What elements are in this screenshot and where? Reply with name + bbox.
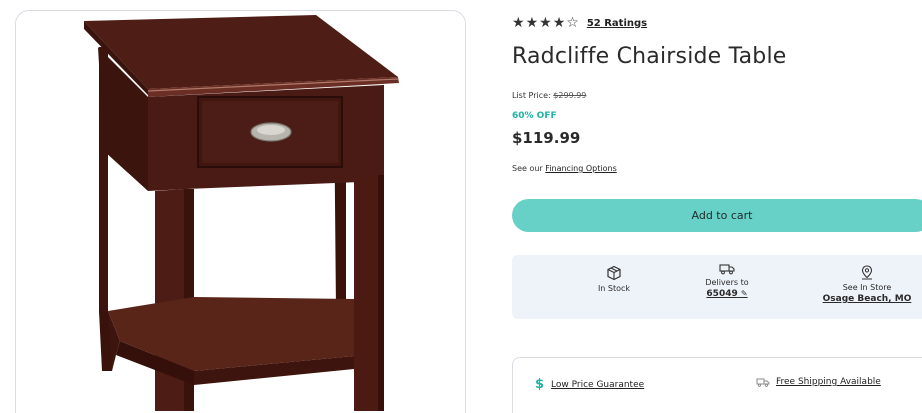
discount-badge: 60% OFF — [512, 111, 557, 121]
star-full-icon: ★ — [525, 15, 539, 31]
zip-link[interactable]: 65049 ✎ — [692, 289, 762, 299]
pencil-icon: ✎ — [740, 289, 748, 298]
free-shipping[interactable]: Free Shipping Available — [756, 377, 881, 387]
fulfillment-panel: In Stock Delivers to 65049 ✎ See In Stor… — [512, 255, 922, 319]
low-price-label: Low Price Guarantee — [551, 379, 645, 390]
delivers-option[interactable]: Delivers to 65049 ✎ — [692, 263, 762, 299]
delivers-label: Delivers to — [705, 278, 749, 287]
sale-price: $119.99 — [512, 129, 581, 147]
list-price-value: $299.99 — [553, 91, 587, 100]
list-price-label: List Price: — [512, 91, 551, 100]
see-in-store-label: See In Store — [842, 283, 892, 292]
product-title: Radcliffe Chairside Table — [512, 44, 787, 69]
store-option[interactable]: See In Store Osage Beach, MO — [812, 265, 922, 304]
star-empty-icon: ☆ — [566, 15, 579, 31]
location-pin-icon — [861, 265, 873, 280]
product-image-card[interactable] — [15, 10, 466, 413]
ratings-link[interactable]: 52 Ratings — [587, 18, 647, 29]
in-stock-option[interactable]: In Stock — [584, 265, 644, 293]
star-full-icon: ★ — [512, 15, 525, 31]
low-price-guarantee[interactable]: $ Low Price Guarantee — [535, 377, 644, 392]
add-to-cart-button[interactable]: Add to cart — [512, 199, 922, 232]
dollar-icon: $ — [535, 377, 545, 392]
rating-row: ★ ★ ★ ★ ☆ 52 Ratings — [512, 15, 647, 31]
truck-icon — [719, 264, 735, 275]
star-full-icon: ★ — [539, 15, 552, 31]
in-stock-label: In Stock — [597, 284, 631, 293]
free-shipping-label: Free Shipping Available — [776, 377, 881, 387]
financing-prefix: See our — [512, 164, 543, 173]
guarantees-panel: $ Low Price Guarantee Free Shipping Avai… — [512, 357, 922, 413]
star-full-icon: ★ — [552, 15, 566, 31]
zip-code: 65049 — [706, 289, 738, 299]
product-image — [84, 15, 399, 411]
truck-icon — [756, 378, 770, 387]
list-price: List Price: $299.99 — [512, 91, 586, 100]
store-location-link[interactable]: Osage Beach, MO — [812, 294, 922, 304]
star-rating: ★ ★ ★ ★ ☆ — [512, 15, 579, 31]
product-details: ★ ★ ★ ★ ☆ 52 Ratings Radcliffe Chairside… — [512, 0, 922, 413]
box-icon — [607, 265, 621, 281]
financing-link[interactable]: Financing Options — [545, 164, 616, 173]
financing-note: See our Financing Options — [512, 164, 617, 173]
